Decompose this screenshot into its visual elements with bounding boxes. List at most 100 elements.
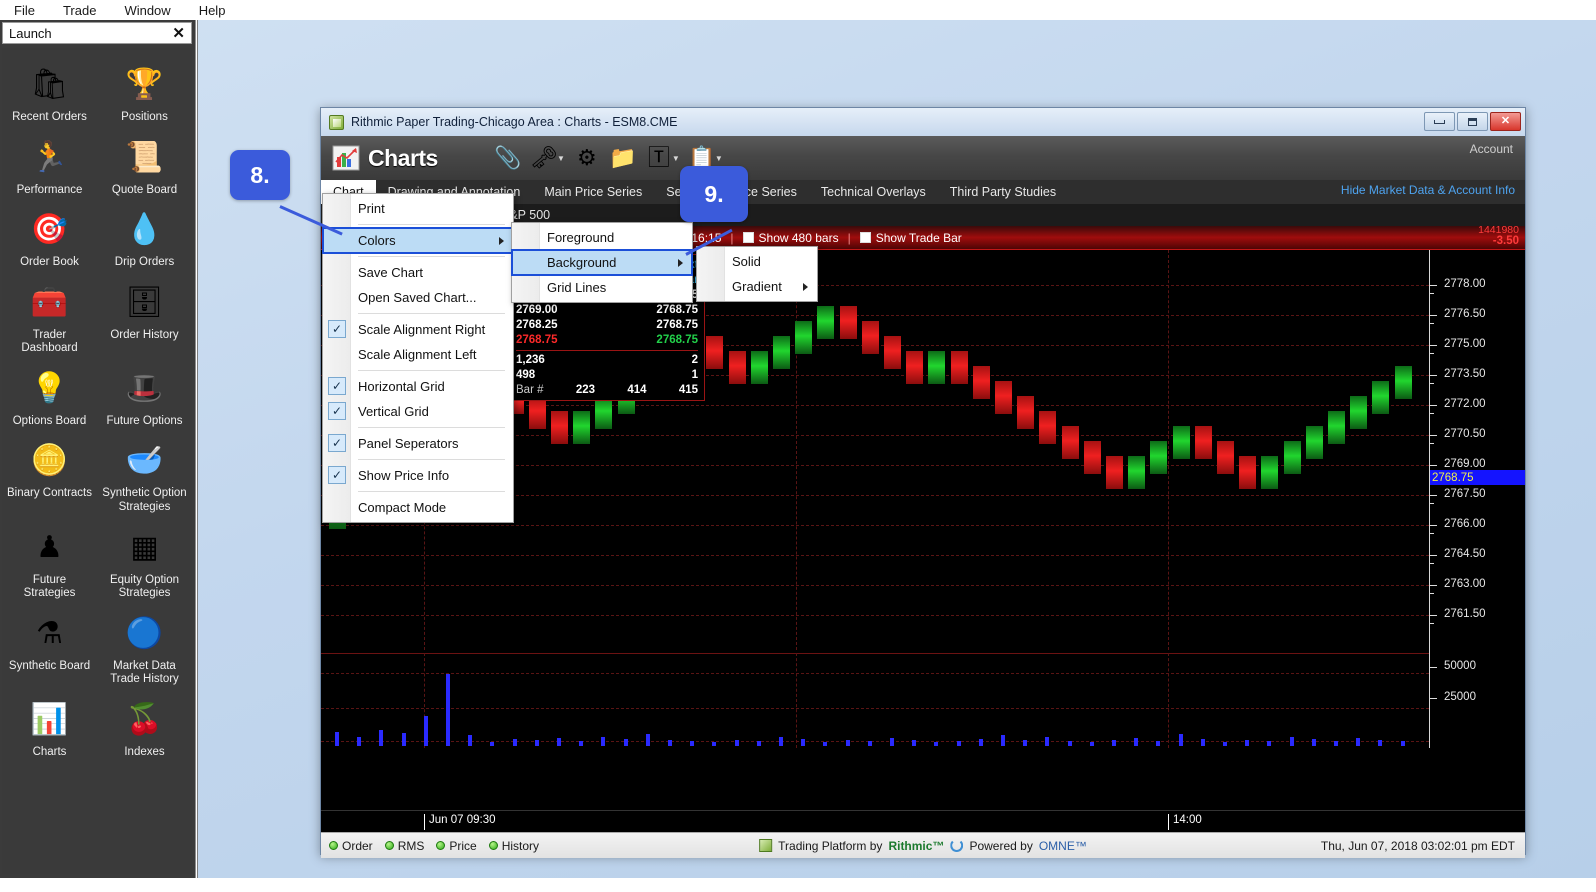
menu-item-label: Show Price Info: [358, 468, 450, 483]
launch-item-market-data-trade-history[interactable]: 🔵 Market Data Trade History: [97, 605, 192, 691]
volume-bar: [1200, 739, 1205, 746]
show-bars-label: Show 480 bars: [758, 230, 839, 245]
clip-delete-icon[interactable]: 📎: [491, 141, 525, 175]
menu-item-panel-seperators[interactable]: ✓ Panel Seperators: [323, 431, 513, 456]
checkmark-icon: ✓: [328, 320, 346, 338]
launch-item-label: Synthetic Board: [8, 659, 91, 672]
status-label: RMS: [397, 838, 425, 853]
launch-item-trader-dashboard[interactable]: 🧰 Trader Dashboard: [2, 274, 97, 360]
keys-eraser-icon[interactable]: 🗝: [527, 141, 561, 175]
launch-item-options-board[interactable]: 💡 Options Board: [2, 360, 97, 433]
candlestick-bar: [773, 336, 790, 369]
launch-item-order-history[interactable]: 🗄 Order History: [97, 274, 192, 360]
os-menu-trade[interactable]: Trade: [49, 2, 110, 19]
gears-money-icon[interactable]: ⚙: [570, 141, 604, 175]
magic-hat-icon: 🎩: [125, 371, 164, 405]
menu-item-scale-alignment-right[interactable]: ✓ Scale Alignment Right: [323, 317, 513, 342]
launch-item-positions[interactable]: 🏆 Positions: [97, 56, 192, 129]
launch-item-future-strategies[interactable]: ♟ Future Strategies: [2, 519, 97, 605]
close-icon[interactable]: ✕: [172, 26, 185, 41]
vertical-grid-line: [1168, 653, 1169, 748]
menu-item-scale-alignment-left[interactable]: Scale Alignment Left: [323, 342, 513, 367]
os-menu-help[interactable]: Help: [185, 2, 240, 19]
launch-item-synthetic-option-strategies[interactable]: 🥣 Synthetic Option Strategies: [97, 432, 192, 518]
status-indicator-price: Price: [436, 839, 477, 853]
launch-panel: Launch ✕ 🛍 Recent Orders 🏆 Positions 🏃 Perfor…: [0, 20, 196, 878]
candlestick-bar: [1017, 396, 1035, 429]
quote-summary: 1441980 -3.50: [1478, 225, 1519, 247]
launch-item-label: Indexes: [124, 745, 165, 758]
menu-item-foreground[interactable]: Foreground: [512, 225, 692, 250]
os-menu-file[interactable]: File: [0, 2, 49, 19]
maximize-button[interactable]: [1457, 112, 1488, 131]
menu-item-gradient[interactable]: Gradient: [697, 274, 817, 299]
chevron-down-icon[interactable]: ▼: [557, 154, 565, 163]
candlestick-bar: [1305, 426, 1323, 459]
menu-item-background[interactable]: Background: [511, 249, 693, 276]
menu-item-horizontal-grid[interactable]: ✓ Horizontal Grid: [323, 374, 513, 399]
launch-item-label: Future Options: [106, 414, 183, 427]
minimize-button[interactable]: [1424, 112, 1455, 131]
launch-item-order-book[interactable]: 🎯 Order Book: [2, 201, 97, 274]
menu-separator: [358, 313, 505, 314]
price-axis-minor-tick: [1430, 323, 1434, 324]
checkmark-icon: ✓: [328, 466, 346, 484]
status-timestamp: Thu, Jun 07, 2018 03:02:01 pm EDT: [1320, 838, 1515, 853]
menu-item-open-saved-chart-[interactable]: Open Saved Chart...: [323, 285, 513, 310]
price-info-volume-row: 1,236 2: [516, 353, 698, 368]
chevron-down-icon[interactable]: ▼: [715, 154, 723, 163]
powered-by-label: Powered by: [969, 838, 1033, 853]
tab-third-party-studies[interactable]: Third Party Studies: [938, 180, 1068, 204]
tab-main-price-series[interactable]: Main Price Series: [532, 180, 654, 204]
launch-item-charts[interactable]: 📊 Charts: [2, 691, 97, 764]
menu-item-show-price-info[interactable]: ✓ Show Price Info: [323, 463, 513, 488]
os-menu-window[interactable]: Window: [110, 2, 184, 19]
menu-item-solid[interactable]: Solid: [697, 249, 817, 274]
launch-item-quote-board[interactable]: 📜 Quote Board: [97, 129, 192, 202]
menu-item-grid-lines[interactable]: Grid Lines: [512, 275, 692, 300]
volume-bar: [1223, 742, 1227, 746]
account-label: Account: [1469, 142, 1513, 156]
hide-market-data-link[interactable]: Hide Market Data & Account Info: [1341, 183, 1515, 197]
menu-item-save-chart[interactable]: Save Chart: [323, 260, 513, 285]
launch-item-label: Binary Contracts: [6, 487, 92, 500]
launch-item-label: Quote Board: [111, 183, 178, 196]
launch-item-indexes[interactable]: 🍒 Indexes: [97, 691, 192, 764]
launch-item-future-options[interactable]: 🎩 Future Options: [97, 360, 192, 433]
menu-item-colors[interactable]: Colors: [322, 227, 514, 254]
volume-bar: [534, 740, 539, 746]
candlestick-bar: [972, 366, 990, 399]
menu-item-compact-mode[interactable]: Compact Mode: [323, 495, 513, 520]
launch-item-binary-contracts[interactable]: 🪙 Binary Contracts: [2, 432, 97, 518]
launch-item-label: Charts: [32, 745, 67, 758]
tab-technical-overlays[interactable]: Technical Overlays: [809, 180, 938, 204]
blue-discs-icon: 🔵: [125, 616, 164, 650]
candlestick-bar: [995, 381, 1012, 414]
folder-icon[interactable]: 📁: [606, 141, 640, 175]
treasure-chest-icon: 🧰: [30, 285, 69, 319]
menu-item-print[interactable]: Print: [323, 196, 513, 221]
launch-item-drip-orders[interactable]: 💧 Drip Orders: [97, 201, 192, 274]
menu-item-vertical-grid[interactable]: ✓ Vertical Grid: [323, 399, 513, 424]
launch-item-performance[interactable]: 🏃 Performance: [2, 129, 97, 202]
text-tool-icon[interactable]: 🅃: [642, 141, 676, 175]
chevron-down-icon[interactable]: ▼: [672, 154, 680, 163]
checkerboard-icon: ▦: [130, 530, 159, 564]
show-trade-bar-option[interactable]: Show Trade Bar: [851, 231, 971, 245]
window-title-bar[interactable]: Rithmic Paper Trading-Chicago Area : Cha…: [321, 108, 1525, 136]
launch-item-label: Drip Orders: [114, 256, 175, 269]
launch-item-label: Recent Orders: [12, 111, 87, 123]
show-bars-option[interactable]: Show 480 bars: [734, 231, 848, 245]
show-bars-checkbox[interactable]: [742, 232, 754, 243]
launch-item-synthetic-board[interactable]: ⚗ Synthetic Board: [2, 605, 97, 691]
menu-separator: [358, 224, 505, 225]
launch-item-recent-orders[interactable]: 🛍 Recent Orders: [2, 56, 97, 129]
price-info-volume-rows: 1,236 2 498 1: [516, 353, 698, 383]
launch-item-equity-option-strategies[interactable]: ▦ Equity Option Strategies: [97, 519, 192, 605]
lightbulbs-icon: 💡: [30, 371, 69, 405]
menu-item-label: Compact Mode: [358, 500, 447, 515]
trading-platform-label: Trading Platform by: [778, 838, 883, 853]
price-axis-minor-tick: [1430, 293, 1434, 294]
show-trade-bar-checkbox[interactable]: [859, 232, 871, 243]
close-button[interactable]: ✕: [1490, 112, 1521, 131]
